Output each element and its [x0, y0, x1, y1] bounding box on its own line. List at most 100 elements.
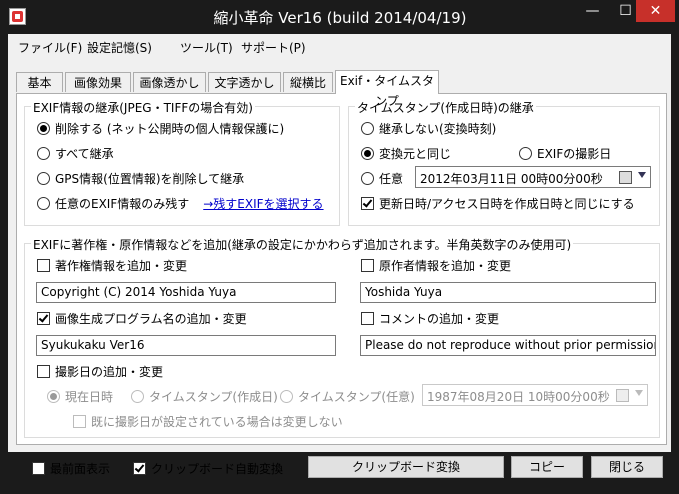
radio-label: 継承しない(変換時刻): [379, 122, 497, 136]
checkbox-indicator[interactable]: [37, 312, 50, 325]
author-input[interactable]: Yoshida Yuya: [360, 282, 656, 303]
radio-shoot-ts-custom[interactable]: タイムスタンプ(任意): [280, 388, 415, 405]
calendar-icon[interactable]: [619, 171, 632, 184]
close-button[interactable]: 閉じる: [591, 456, 663, 478]
checkbox-indicator[interactable]: [32, 462, 45, 475]
shoot-date-value: 1987年08月20日 10時00分00秒: [427, 390, 610, 404]
exif-add-group: EXIFに著作権・原作情報などを追加(継承の設定にかかわらず追加されます。半角英…: [24, 236, 660, 438]
ts-custom-datetime-picker[interactable]: 2012年03月11日 00時00分00秒: [415, 166, 651, 188]
exif-add-title: EXIFに著作権・原作情報などを追加(継承の設定にかかわらず追加されます。半角英…: [31, 236, 574, 253]
radio-indicator[interactable]: [37, 172, 50, 185]
checkbox-label: 原作者情報を追加・変更: [379, 259, 512, 273]
menu-tools[interactable]: ツール(T): [180, 39, 233, 56]
checkbox-label: 既に撮影日が設定されている場合は変更しない: [91, 415, 343, 429]
app-window: 縮小革命 Ver16 (build 2014/04/19) — ☐ ✕ ファイル…: [0, 0, 679, 494]
checkbox-skip-if-set[interactable]: 既に撮影日が設定されている場合は変更しない: [73, 413, 343, 430]
radio-ts-same-as-source[interactable]: 変換元と同じ: [361, 145, 451, 162]
title-bar: 縮小革命 Ver16 (build 2014/04/19) — ☐ ✕: [0, 0, 679, 34]
checkbox-label: コメントの追加・変更: [379, 312, 500, 326]
tab-image-watermark[interactable]: 画像透かし: [133, 72, 206, 92]
checkbox-software[interactable]: 画像生成プログラム名の追加・変更: [37, 310, 247, 327]
select-exif-link[interactable]: →残すEXIFを選択する: [203, 195, 323, 212]
radio-indicator[interactable]: [519, 147, 532, 160]
chevron-down-icon[interactable]: [638, 172, 646, 178]
radio-label: タイムスタンプ(任意): [298, 390, 415, 404]
menu-file[interactable]: ファイル(F): [18, 39, 82, 56]
radio-delete-exif[interactable]: 削除する (ネット公開時の個人情報保護に): [37, 120, 284, 137]
radio-label: EXIFの撮影日: [537, 147, 612, 161]
tab-image-effects[interactable]: 画像効果: [65, 72, 131, 92]
radio-indicator[interactable]: [280, 390, 293, 403]
checkbox-comment[interactable]: コメントの追加・変更: [361, 310, 499, 327]
radio-ts-exif-date[interactable]: EXIFの撮影日: [519, 145, 611, 162]
window-title: 縮小革命 Ver16 (build 2014/04/19): [213, 9, 467, 27]
radio-indicator[interactable]: [37, 147, 50, 160]
radio-delete-gps[interactable]: GPS情報(位置情報)を削除して継承: [37, 170, 244, 187]
radio-label: すべて継承: [55, 147, 114, 161]
comment-input[interactable]: Please do not reproduce without prior pe…: [360, 335, 656, 356]
radio-keep-selected[interactable]: 任意のEXIF情報のみ残す →残すEXIFを選択する: [37, 195, 324, 212]
calendar-icon[interactable]: [616, 389, 629, 402]
radio-inherit-all[interactable]: すべて継承: [37, 145, 114, 162]
radio-indicator[interactable]: [361, 122, 374, 135]
checkbox-shoot-date[interactable]: 撮影日の追加・変更: [37, 363, 163, 380]
radio-shoot-now[interactable]: 現在日時: [47, 388, 113, 405]
radio-label: タイムスタンプ(作成日): [149, 390, 278, 404]
app-icon[interactable]: [9, 8, 26, 25]
checkbox-sync-update-time[interactable]: 更新日時/アクセス日時を作成日時と同じにする: [361, 195, 635, 212]
radio-indicator[interactable]: [361, 147, 374, 160]
software-input[interactable]: Syukukaku Ver16: [36, 335, 336, 356]
checkbox-author[interactable]: 原作者情報を追加・変更: [361, 257, 511, 274]
checkbox-indicator[interactable]: [37, 365, 50, 378]
tab-basic[interactable]: 基本: [16, 72, 63, 92]
checkbox-indicator[interactable]: [361, 197, 374, 210]
radio-indicator[interactable]: [361, 172, 374, 185]
exif-inherit-title: EXIF情報の継承(JPEG・TIFFの場合有効): [31, 99, 255, 116]
radio-indicator[interactable]: [37, 122, 50, 135]
checkbox-label: クリップボード自動変換: [151, 462, 284, 476]
radio-indicator[interactable]: [37, 197, 50, 210]
main-area: 基本 画像効果 画像透かし 文字透かし 縦横比 Exif・タイムスタンプ EXI…: [8, 58, 671, 478]
radio-label: 変換元と同じ: [379, 147, 452, 161]
tab-text-watermark[interactable]: 文字透かし: [208, 72, 281, 92]
radio-indicator[interactable]: [47, 390, 60, 403]
checkbox-label: 更新日時/アクセス日時を作成日時と同じにする: [379, 197, 635, 211]
menu-bar: ファイル(F) 設定記憶(S) ツール(T) サポート(P): [8, 34, 671, 58]
checkbox-topmost[interactable]: 最前面表示: [32, 460, 110, 477]
radio-ts-custom[interactable]: 任意: [361, 170, 403, 187]
checkbox-indicator[interactable]: [133, 462, 146, 475]
tab-aspect-ratio[interactable]: 縦横比: [283, 72, 333, 92]
chevron-down-icon[interactable]: [635, 390, 643, 396]
ts-custom-datetime-value: 2012年03月11日 00時00分00秒: [420, 172, 603, 186]
timestamp-group: タイムスタンプ(作成日時)の継承 継承しない(変換時刻) 変換元と同じ EXIF…: [348, 99, 660, 226]
minimize-button[interactable]: —: [574, 0, 611, 22]
tab-exif-timestamp[interactable]: Exif・タイムスタンプ: [335, 70, 439, 108]
shoot-date-picker[interactable]: 1987年08月20日 10時00分00秒: [422, 384, 648, 406]
exif-timestamp-panel: EXIF情報の継承(JPEG・TIFFの場合有効) 削除する (ネット公開時の個…: [16, 93, 667, 445]
copyright-input[interactable]: Copyright (C) 2014 Yoshida Yuya: [36, 282, 336, 303]
clipboard-convert-button[interactable]: クリップボード変換: [308, 456, 504, 478]
radio-indicator[interactable]: [131, 390, 144, 403]
close-window-button[interactable]: ✕: [636, 0, 675, 22]
radio-label: 現在日時: [65, 390, 114, 404]
radio-label: GPS情報(位置情報)を削除して継承: [55, 172, 245, 186]
checkbox-copyright[interactable]: 著作権情報を追加・変更: [37, 257, 187, 274]
checkbox-indicator[interactable]: [361, 312, 374, 325]
radio-label: 削除する (ネット公開時の個人情報保護に): [55, 122, 285, 136]
menu-support[interactable]: サポート(P): [241, 39, 306, 56]
checkbox-label: 画像生成プログラム名の追加・変更: [55, 312, 247, 326]
radio-label: 任意: [379, 172, 404, 186]
checkbox-indicator[interactable]: [73, 415, 86, 428]
exif-inherit-group: EXIF情報の継承(JPEG・TIFFの場合有効) 削除する (ネット公開時の個…: [24, 99, 340, 226]
checkbox-indicator[interactable]: [361, 259, 374, 272]
checkbox-label: 撮影日の追加・変更: [55, 365, 164, 379]
radio-shoot-ts-created[interactable]: タイムスタンプ(作成日): [131, 388, 278, 405]
menu-settings-memory[interactable]: 設定記憶(S): [87, 39, 152, 56]
radio-ts-no-inherit[interactable]: 継承しない(変換時刻): [361, 120, 496, 137]
checkbox-indicator[interactable]: [37, 259, 50, 272]
checkbox-label: 最前面表示: [50, 462, 111, 476]
checkbox-clipboard-auto[interactable]: クリップボード自動変換: [133, 460, 283, 477]
copy-button[interactable]: コピー: [511, 456, 583, 478]
checkbox-label: 著作権情報を追加・変更: [55, 259, 188, 273]
radio-label: 任意のEXIF情報のみ残す: [55, 197, 190, 211]
